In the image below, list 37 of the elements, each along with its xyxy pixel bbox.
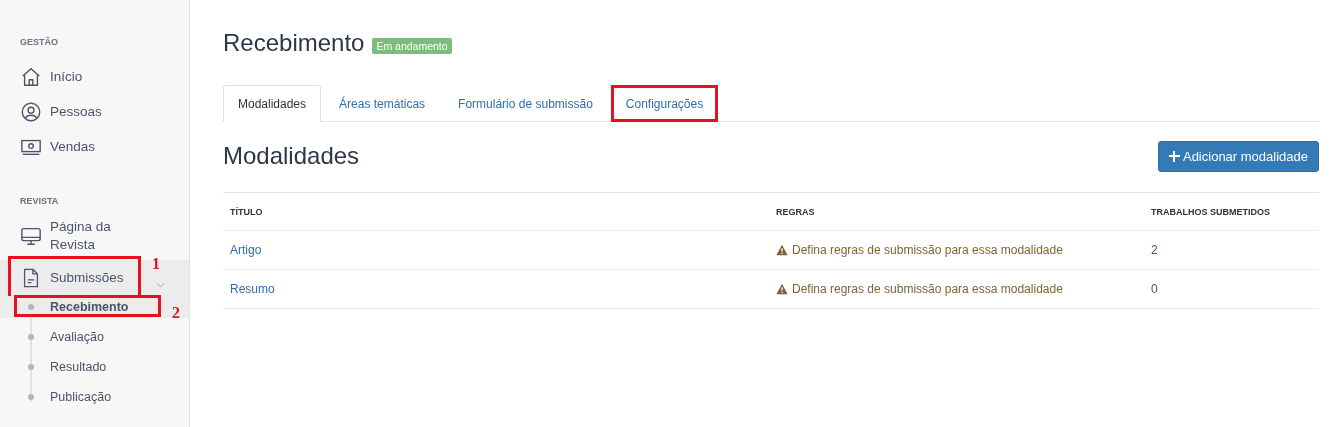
table-cell: 0 [1151, 282, 1158, 296]
home-icon [20, 65, 42, 88]
table-cell: 2 [1151, 243, 1158, 257]
monitor-icon [20, 225, 42, 247]
submenu-item[interactable]: Resultado [50, 360, 107, 374]
sidebar-item[interactable]: Início [0, 65, 103, 88]
bullet-icon [28, 394, 34, 400]
bullet-icon [28, 334, 34, 340]
submenu-item[interactable]: Avaliação [50, 330, 104, 344]
section-heading: REVISTA [19, 196, 60, 206]
section-heading: Modalidades [223, 142, 360, 170]
sidebar-item[interactable]: Página da Revista [0, 218, 150, 254]
section-heading: GESTÃO [19, 37, 59, 47]
tab[interactable]: Configurações [610, 85, 719, 121]
tab[interactable]: Áreas temáticas [324, 85, 441, 121]
rules-text: Defina regras de submissão para essa modalidade [792, 282, 1063, 296]
title-link[interactable]: Artigo [230, 243, 262, 257]
chevron-icon[interactable] [156, 282, 165, 288]
bullet-icon [28, 364, 34, 370]
submenu-item[interactable]: Publicação [50, 390, 112, 404]
column-header: TÍTULO [230, 206, 264, 217]
step-number: 2 [172, 304, 180, 322]
rules-text: Defina regras de submissão para essa modalidade [792, 243, 1063, 257]
tab[interactable]: Modalidades [223, 85, 322, 122]
sidebar-item[interactable]: Pessoas [0, 100, 122, 123]
add-button[interactable]: Adicionar modalidade [1157, 140, 1319, 172]
bullet-icon [28, 304, 34, 310]
title-link[interactable]: Resumo [230, 282, 275, 296]
step-number: 1 [152, 255, 160, 273]
sidebar-item[interactable]: Vendas [0, 135, 116, 158]
column-header: TRABALHOS SUBMETIDOS [1151, 206, 1271, 217]
status-badge: Em andamento [372, 38, 452, 54]
person-icon [20, 100, 42, 123]
tab[interactable]: Formulário de submissão [443, 85, 608, 121]
submenu-item[interactable]: Recebimento [50, 300, 129, 314]
page-title: Recebimento [223, 29, 365, 57]
column-header: REGRAS [776, 206, 816, 217]
